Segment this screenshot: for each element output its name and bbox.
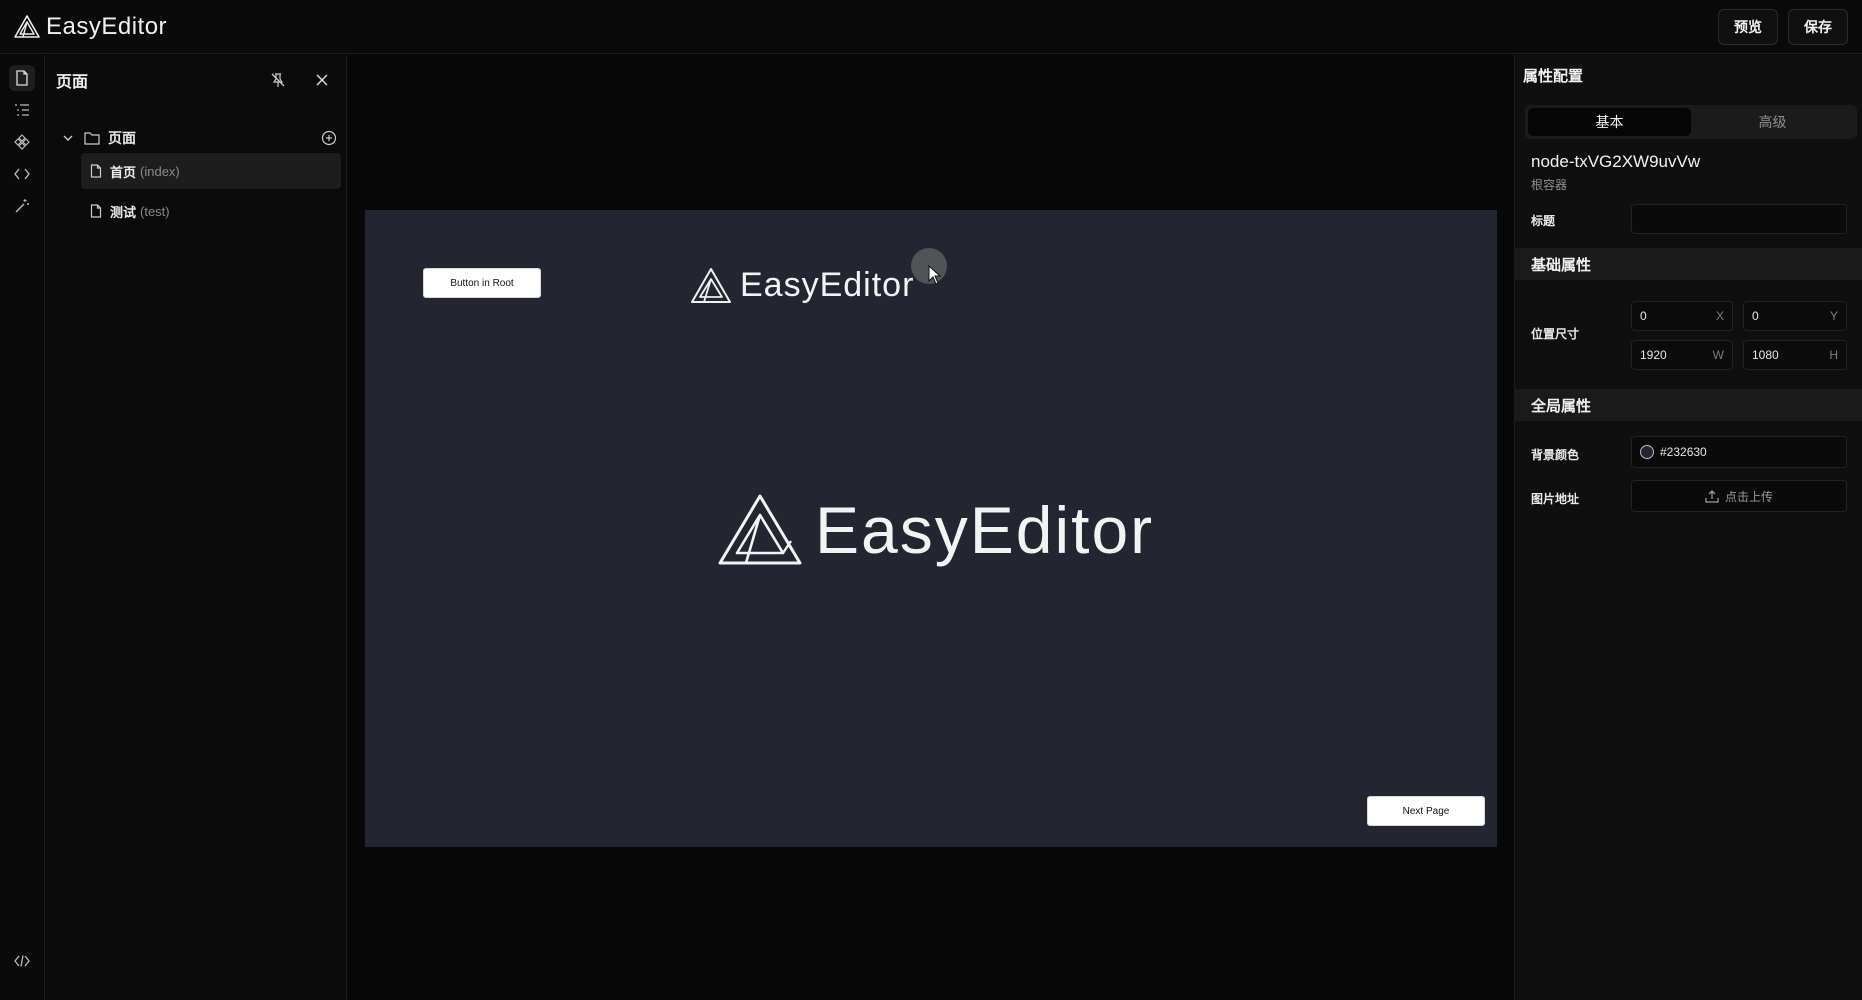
upload-icon [1705, 490, 1719, 503]
width-input[interactable]: 1920 W [1631, 340, 1733, 370]
bg-color-value: #232630 [1660, 445, 1707, 459]
easyeditor-logo-icon [14, 14, 40, 38]
close-panel-button[interactable] [310, 68, 334, 92]
outline-list-icon [15, 104, 29, 116]
y-input[interactable]: 0 Y [1743, 301, 1847, 331]
components-tool-button[interactable] [9, 129, 35, 155]
next-page-button[interactable]: Next Page [1367, 796, 1485, 826]
pages-tree-root-label: 页面 [108, 130, 136, 146]
image-upload-button[interactable]: 点击上传 [1631, 480, 1847, 512]
page-name: 首页 [110, 164, 137, 180]
color-swatch[interactable] [1640, 445, 1654, 459]
node-id: node-txVG2XW9uvVw [1531, 152, 1701, 171]
bg-color-picker[interactable]: #232630 [1631, 436, 1847, 468]
canvas-area[interactable]: Button in Root EasyEditor EasyEditor Nex… [348, 55, 1514, 1000]
unpin-button[interactable] [266, 68, 290, 92]
pages-panel-title: 页面 [56, 74, 89, 91]
page-path: (test) [140, 203, 170, 219]
canvas-logo-small[interactable]: EasyEditor [690, 266, 914, 305]
x-unit: X [1715, 309, 1724, 323]
close-icon [316, 74, 328, 86]
page-name: 测试 [110, 204, 137, 220]
easyeditor-logo-icon [691, 267, 731, 303]
magic-tool-button[interactable] [9, 193, 35, 219]
file-icon [90, 204, 102, 218]
page-path: (index) [140, 163, 180, 179]
title-input[interactable] [1631, 204, 1847, 234]
x-value: 0 [1640, 309, 1647, 323]
position-size-label: 位置尺寸 [1531, 327, 1580, 341]
canvas-logo-large[interactable]: EasyEditor [717, 492, 1154, 568]
header-actions: 预览 保存 [1718, 8, 1848, 45]
top-header: EasyEditor 预览 保存 [0, 0, 1862, 54]
pages-panel: 页面 页面 首页 (index) 测试 (test) [46, 55, 347, 1000]
code-tool-button[interactable] [9, 161, 35, 187]
preview-button[interactable]: 预览 [1718, 8, 1778, 45]
y-unit: Y [1829, 309, 1838, 323]
properties-tabs: 基本 高级 [1525, 105, 1857, 139]
magic-wand-icon [15, 199, 29, 213]
plus-circle-icon [321, 130, 337, 146]
pages-tree-root[interactable]: 页面 [62, 121, 352, 155]
pin-off-icon [271, 73, 285, 87]
height-value: 1080 [1752, 348, 1779, 362]
image-url-label: 图片地址 [1531, 492, 1580, 506]
properties-panel-title: 属性配置 [1523, 68, 1584, 85]
code-slash-icon [14, 955, 30, 967]
width-unit: W [1712, 348, 1724, 362]
easyeditor-logo-icon [718, 494, 802, 565]
y-value: 0 [1752, 309, 1759, 323]
components-icon [14, 134, 30, 150]
file-icon [90, 164, 102, 178]
save-button[interactable]: 保存 [1788, 8, 1848, 45]
outline-tool-button[interactable] [9, 97, 35, 123]
canvas-logo-large-text: EasyEditor [815, 493, 1155, 567]
add-page-button[interactable] [318, 127, 340, 149]
chevron-down-icon[interactable] [62, 132, 74, 144]
width-value: 1920 [1640, 348, 1667, 362]
source-code-button[interactable] [9, 948, 35, 974]
button-in-root[interactable]: Button in Root [423, 268, 541, 298]
upload-label: 点击上传 [1724, 489, 1773, 504]
pages-tool-button[interactable] [9, 65, 35, 91]
node-type: 根容器 [1531, 178, 1568, 192]
brand[interactable]: EasyEditor [14, 13, 167, 41]
canvas-logo-small-text: EasyEditor [740, 266, 915, 304]
basic-properties-section[interactable]: 基础属性 [1515, 248, 1862, 280]
page-item-test[interactable]: 测试 (test) [81, 193, 341, 229]
app-root: EasyEditor 预览 保存 页面 页面 首页 (index) 测试 (te… [0, 0, 1862, 1000]
title-label: 标题 [1531, 214, 1556, 228]
code-icon [14, 168, 30, 180]
global-properties-section[interactable]: 全局属性 [1515, 389, 1862, 421]
height-unit: H [1829, 348, 1838, 362]
height-input[interactable]: 1080 H [1743, 340, 1847, 370]
left-icon-bar [0, 55, 45, 1000]
brand-name: EasyEditor [46, 12, 168, 40]
root-container[interactable]: Button in Root EasyEditor EasyEditor Nex… [365, 210, 1497, 847]
file-icon [16, 70, 28, 86]
tab-basic[interactable]: 基本 [1528, 108, 1691, 136]
mouse-pointer-icon [928, 265, 942, 285]
folder-icon [84, 132, 100, 145]
properties-panel: 属性配置 基本 高级 node-txVG2XW9uvVw 根容器 标题 基础属性… [1514, 55, 1862, 1000]
bg-color-label: 背景颜色 [1531, 448, 1580, 462]
tab-advanced[interactable]: 高级 [1691, 108, 1854, 136]
x-input[interactable]: 0 X [1631, 301, 1733, 331]
pages-panel-header: 页面 [46, 55, 346, 105]
page-item-index[interactable]: 首页 (index) [81, 153, 341, 189]
